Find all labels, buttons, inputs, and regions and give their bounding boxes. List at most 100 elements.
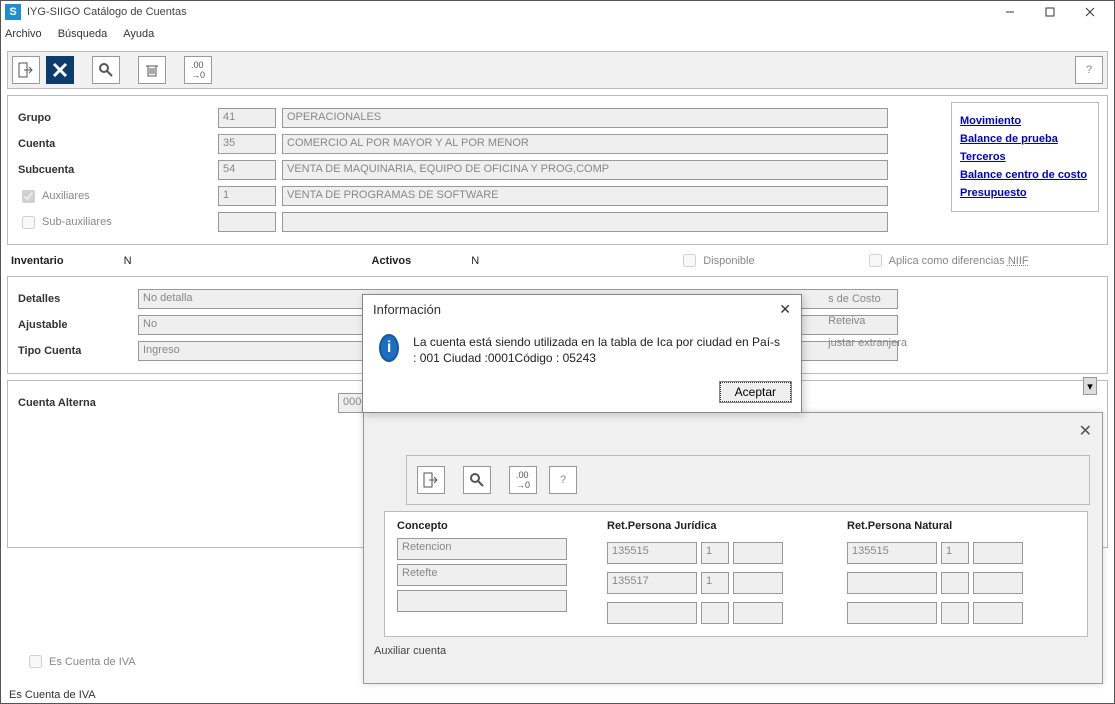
minimize-button[interactable] xyxy=(990,1,1030,23)
inventory-row: Inventario N Activos N Disponible Aplica… xyxy=(11,251,1104,270)
close-x-icon[interactable] xyxy=(46,56,74,84)
iva-check[interactable]: Es Cuenta de IVA xyxy=(25,652,136,671)
concepto-cell[interactable] xyxy=(397,590,567,612)
aux-content: Concepto Retencion Retefte Ret.Persona J… xyxy=(384,511,1088,637)
aux-decimal-icon[interactable]: .00→0 xyxy=(509,466,537,494)
accounts-panel: Grupo 41 OPERACIONALES Cuenta 35 COMERCI… xyxy=(7,95,1108,245)
disponible-label: Disponible xyxy=(703,255,754,267)
nat-cell-b[interactable]: 1 xyxy=(941,542,969,564)
cuenta-desc[interactable]: COMERCIO AL POR MAYOR Y AL POR MENOR xyxy=(282,134,888,154)
link-balance-prueba[interactable]: Balance de prueba xyxy=(960,133,1090,145)
link-terceros[interactable]: Terceros xyxy=(960,151,1090,163)
activos-value: N xyxy=(471,255,479,267)
nat-cell-a[interactable]: 135515 xyxy=(847,542,937,564)
natural-header: Ret.Persona Natural xyxy=(847,520,1047,532)
niif-pre: Aplica como diferencias xyxy=(889,255,1008,267)
niif-under: NIIF xyxy=(1008,255,1029,267)
menu-ayuda[interactable]: Ayuda xyxy=(123,28,154,40)
inventario-label: Inventario xyxy=(11,255,64,267)
side-extranjera: justar extranjera xyxy=(828,337,907,349)
link-balance-centro[interactable]: Balance centro de costo xyxy=(960,169,1090,181)
jur-cell-c[interactable] xyxy=(733,572,783,594)
info-close-icon[interactable]: ✕ xyxy=(779,301,791,318)
activos-label: Activos xyxy=(372,255,412,267)
grupo-label: Grupo xyxy=(18,112,218,124)
side-reteiva: Reteiva xyxy=(828,315,907,327)
jur-cell-a[interactable]: 135515 xyxy=(607,542,697,564)
menubar: Archivo Búsqueda Ayuda xyxy=(1,23,1114,45)
titlebar: S IYG-SIIGO Catálogo de Cuentas xyxy=(1,1,1114,23)
trash-icon[interactable] xyxy=(138,56,166,84)
aux-desc[interactable]: VENTA DE PROGRAMAS DE SOFTWARE xyxy=(282,186,888,206)
aux-dialog: ✕ .00→0 ? Concepto Retencion Retefte Ret… xyxy=(363,412,1103,684)
menu-busqueda[interactable]: Búsqueda xyxy=(58,28,108,40)
subcuenta-code[interactable]: 54 xyxy=(218,160,276,180)
disponible-check[interactable]: Disponible xyxy=(679,251,754,270)
inventario-value: N xyxy=(124,255,132,267)
subaux-code[interactable] xyxy=(218,212,276,232)
concepto-cell[interactable]: Retencion xyxy=(397,538,567,560)
grupo-desc[interactable]: OPERACIONALES xyxy=(282,108,888,128)
info-dialog: Información ✕ i La cuenta está siendo ut… xyxy=(362,294,802,413)
jur-cell-b[interactable]: 1 xyxy=(701,572,729,594)
decimal-icon[interactable]: .00→0 xyxy=(184,56,212,84)
maximize-button[interactable] xyxy=(1030,1,1070,23)
detalles-label: Detalles xyxy=(18,293,138,305)
aux-help-icon[interactable]: ? xyxy=(549,466,577,494)
toolbar: .00→0 ? xyxy=(7,51,1108,89)
nat-cell-c[interactable] xyxy=(973,542,1023,564)
dropdown-arrow-icon[interactable]: ▾ xyxy=(1083,377,1097,395)
juridica-header: Ret.Persona Jurídica xyxy=(607,520,807,532)
auxiliares-check[interactable]: Auxiliares xyxy=(18,187,90,206)
aux-close-icon[interactable]: ✕ xyxy=(1079,421,1092,441)
side-costo: s de Costo xyxy=(828,293,907,305)
concepto-header: Concepto xyxy=(397,520,567,532)
jur-cell-a[interactable] xyxy=(607,602,697,624)
jur-cell-b[interactable]: 1 xyxy=(701,542,729,564)
info-icon: i xyxy=(379,334,399,362)
subauxiliares-label: Sub-auxiliares xyxy=(42,216,112,228)
subcuenta-desc[interactable]: VENTA DE MAQUINARIA, EQUIPO DE OFICINA Y… xyxy=(282,160,888,180)
auxiliares-label: Auxiliares xyxy=(42,190,90,202)
aux-search-icon[interactable] xyxy=(463,466,491,494)
cuenta-code[interactable]: 35 xyxy=(218,134,276,154)
info-message: La cuenta está siendo utilizada en la ta… xyxy=(413,334,785,366)
search-icon[interactable] xyxy=(92,56,120,84)
link-presupuesto[interactable]: Presupuesto xyxy=(960,187,1090,199)
nat-cell-a[interactable] xyxy=(847,602,937,624)
niif-check[interactable]: Aplica como diferencias NIIF xyxy=(865,251,1029,270)
link-movimiento[interactable]: Movimiento xyxy=(960,115,1090,127)
close-button[interactable] xyxy=(1070,1,1110,23)
app-logo: S xyxy=(5,4,21,20)
accept-button[interactable]: Aceptar xyxy=(720,382,791,402)
nat-cell-a[interactable] xyxy=(847,572,937,594)
status-bar: Es Cuenta de IVA xyxy=(9,689,96,701)
ajustable-label: Ajustable xyxy=(18,319,138,331)
grupo-code[interactable]: 41 xyxy=(218,108,276,128)
jur-cell-c[interactable] xyxy=(733,602,783,624)
aux-toolbar: .00→0 ? xyxy=(406,455,1090,505)
alterna-label: Cuenta Alterna xyxy=(18,397,338,409)
tipo-label: Tipo Cuenta xyxy=(18,345,138,357)
exit-icon[interactable] xyxy=(12,56,40,84)
links-panel: Movimiento Balance de prueba Terceros Ba… xyxy=(951,102,1099,212)
nat-cell-b[interactable] xyxy=(941,572,969,594)
window-title: IYG-SIIGO Catálogo de Cuentas xyxy=(27,6,187,18)
jur-cell-c[interactable] xyxy=(733,542,783,564)
jur-cell-b[interactable] xyxy=(701,602,729,624)
nat-cell-c[interactable] xyxy=(973,572,1023,594)
aux-code[interactable]: 1 xyxy=(218,186,276,206)
nat-cell-c[interactable] xyxy=(973,602,1023,624)
menu-archivo[interactable]: Archivo xyxy=(5,28,42,40)
subcuenta-label: Subcuenta xyxy=(18,164,218,176)
info-title: Información xyxy=(373,302,441,317)
aux-footer: Auxiliar cuenta xyxy=(364,641,1102,663)
aux-exit-icon[interactable] xyxy=(417,466,445,494)
cuenta-label: Cuenta xyxy=(18,138,218,150)
concepto-cell[interactable]: Retefte xyxy=(397,564,567,586)
subaux-desc[interactable] xyxy=(282,212,888,232)
nat-cell-b[interactable] xyxy=(941,602,969,624)
subauxiliares-check[interactable]: Sub-auxiliares xyxy=(18,213,112,232)
help-icon[interactable]: ? xyxy=(1075,56,1103,84)
jur-cell-a[interactable]: 135517 xyxy=(607,572,697,594)
